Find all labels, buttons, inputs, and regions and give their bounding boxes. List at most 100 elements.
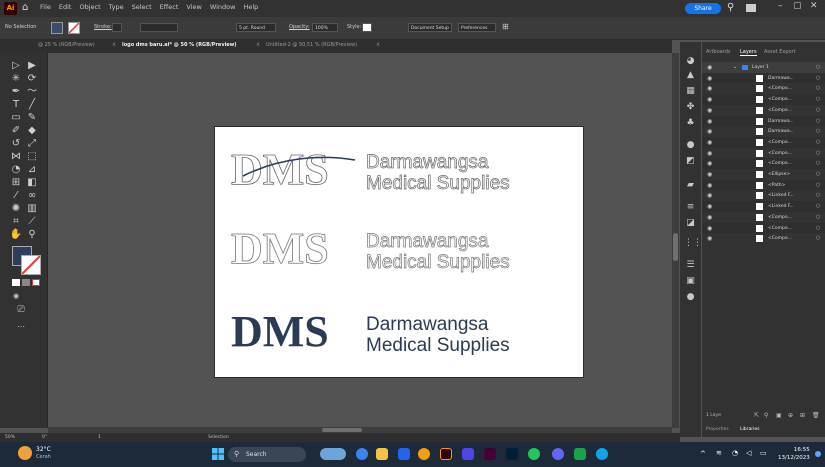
visibility-eye-icon[interactable]: ◉ <box>707 212 712 223</box>
stroke-swatch[interactable] <box>68 22 80 34</box>
menu-edit[interactable]: Edit <box>59 3 72 11</box>
brushes-icon[interactable]: ✤ <box>684 102 697 113</box>
premiere-icon[interactable] <box>462 448 474 460</box>
zoom-level[interactable]: 50% <box>5 433 15 442</box>
menu-object[interactable]: Object <box>79 3 100 11</box>
rotation-view[interactable]: 0° <box>42 433 47 442</box>
tab-artboards[interactable]: Artboards <box>706 49 730 55</box>
line-tool-icon[interactable]: ╱ <box>25 98 39 112</box>
draw-mode-icon[interactable]: ◉ <box>9 289 23 303</box>
none-mode-icon[interactable] <box>32 279 40 286</box>
visibility-eye-icon[interactable]: ◉ <box>707 158 712 169</box>
xd-icon[interactable] <box>484 448 496 460</box>
opacity-field[interactable]: 100% <box>312 23 338 32</box>
eraser-tool-icon[interactable]: ◆ <box>25 124 39 138</box>
layer-row[interactable]: ◉ <Compo... ○ <box>702 94 825 106</box>
layer-name[interactable]: Layer 1 <box>752 62 769 73</box>
layer-name[interactable]: <Compo... <box>768 212 792 223</box>
target-circle-icon[interactable]: ○ <box>816 212 820 223</box>
weather-sun-icon[interactable] <box>18 446 32 460</box>
target-circle-icon[interactable]: ○ <box>816 137 820 148</box>
align-icon[interactable]: ≡ <box>684 202 697 213</box>
visibility-eye-icon[interactable]: ◉ <box>707 148 712 159</box>
perspective-grid-tool-icon[interactable]: ⊿ <box>25 163 39 177</box>
edit-toolbar-icon[interactable]: ⋯ <box>14 320 28 334</box>
visibility-eye-icon[interactable]: ◉ <box>707 116 712 127</box>
menu-window[interactable]: Window <box>210 3 236 11</box>
layer-row[interactable]: ◉ <Compo... ○ <box>702 233 825 245</box>
target-circle-icon[interactable]: ○ <box>816 83 820 94</box>
tab-document-1[interactable]: @ 25 % (RGB/Preview) <box>38 42 95 48</box>
target-circle-icon[interactable]: ○ <box>816 94 820 105</box>
menu-type[interactable]: Type <box>109 3 124 11</box>
target-circle-icon[interactable]: ○ <box>816 190 820 201</box>
screen-mode-icon[interactable]: ⎚ <box>14 303 28 317</box>
visibility-eye-icon[interactable]: ◉ <box>707 73 712 84</box>
volume-icon[interactable]: ◁ <box>746 449 751 457</box>
graphic-styles-icon[interactable]: ◩ <box>684 156 697 167</box>
windows-start-icon[interactable] <box>212 448 224 460</box>
layer-row[interactable]: ◉ <Compo... ○ <box>702 147 825 159</box>
clipping-mask-icon[interactable]: ▣ <box>776 412 782 419</box>
symbol-sprayer-tool-icon[interactable]: ✺ <box>9 202 23 216</box>
expand-chevron-icon[interactable]: ⌄ <box>733 62 737 73</box>
scroll-thumb[interactable] <box>673 233 678 261</box>
minimize-icon[interactable]: – <box>778 1 783 11</box>
mesh-tool-icon[interactable]: ⊞ <box>9 176 23 190</box>
chrome-icon[interactable] <box>418 448 430 460</box>
layer-name[interactable]: Darmawa... <box>768 126 794 137</box>
magic-wand-tool-icon[interactable]: ✳ <box>9 72 23 86</box>
free-transform-tool-icon[interactable]: ⬚ <box>25 150 39 164</box>
store-icon[interactable] <box>398 448 410 460</box>
locate-object-icon[interactable]: ⚲ <box>764 412 768 419</box>
swatches-icon[interactable]: ▦ <box>684 86 697 97</box>
document-setup-button[interactable]: Document Setup <box>408 23 452 32</box>
layer-name[interactable]: <Compo... <box>768 148 792 159</box>
layer-name[interactable]: <Compo... <box>768 223 792 234</box>
target-circle-icon[interactable]: ○ <box>816 116 820 127</box>
close-icon[interactable]: ✕ <box>810 1 818 11</box>
photoshop-icon[interactable] <box>506 448 518 460</box>
paintbrush-tool-icon[interactable]: ✎ <box>25 111 39 125</box>
tab-libraries[interactable]: Libraries <box>740 427 759 432</box>
wifi-icon[interactable]: ◔ <box>732 449 738 457</box>
layer-name[interactable]: <Linked F... <box>768 190 794 201</box>
appearance-icon[interactable]: ● <box>684 140 697 151</box>
zoom-tool-icon[interactable]: ⚲ <box>25 228 39 242</box>
target-circle-icon[interactable]: ○ <box>816 233 820 244</box>
layer-row[interactable]: ◉ <Compo... ○ <box>702 158 825 170</box>
dms-logo-mark-solid[interactable]: DMS <box>229 310 357 352</box>
stroke-weight-field[interactable] <box>112 23 122 32</box>
gradient-mode-icon[interactable] <box>22 279 30 286</box>
delete-layer-icon[interactable]: 🗑 <box>812 412 820 419</box>
visibility-eye-icon[interactable]: ◉ <box>707 83 712 94</box>
stroke-color-swatch[interactable] <box>21 255 41 275</box>
layers-icon[interactable]: ☰ <box>684 260 697 271</box>
shaper-tool-icon[interactable]: ✐ <box>9 124 23 138</box>
visibility-eye-icon[interactable]: ◉ <box>707 62 712 73</box>
artboards-icon[interactable]: ▣ <box>684 276 697 287</box>
target-circle-icon[interactable]: ○ <box>816 148 820 159</box>
search-icon[interactable]: ⚲ <box>727 2 734 13</box>
tray-chevron-icon[interactable]: ^ <box>700 450 706 458</box>
slice-tool-icon[interactable]: ⟋ <box>25 215 39 229</box>
layer-row[interactable]: ◉ <Compo... ○ <box>702 136 825 148</box>
width-tool-icon[interactable]: ⋈ <box>9 150 23 164</box>
clock[interactable]: 16:55 13/12/2023 <box>778 446 810 462</box>
discord-icon[interactable] <box>552 448 564 460</box>
app-icon[interactable] <box>574 448 586 460</box>
file-explorer-icon[interactable] <box>376 448 388 460</box>
tab-document-3[interactable]: Untitled-2 @ 50,51 % (RGB/Preview) <box>266 42 357 48</box>
symbols-icon[interactable]: ♣ <box>684 118 697 129</box>
target-circle-icon[interactable]: ○ <box>816 223 820 234</box>
direct-selection-tool-icon[interactable]: ▶ <box>25 59 39 73</box>
visibility-eye-icon[interactable]: ◉ <box>707 94 712 105</box>
visibility-eye-icon[interactable]: ◉ <box>707 190 712 201</box>
scroll-thumb[interactable] <box>322 428 362 432</box>
tab-close-icon[interactable]: × <box>256 42 260 48</box>
lasso-tool-icon[interactable]: ⟳ <box>25 72 39 86</box>
opacity-label[interactable]: Opacity: <box>289 24 310 30</box>
transform-icon[interactable]: ⋮⋮ <box>684 238 702 249</box>
notification-icon[interactable] <box>815 451 821 457</box>
visibility-eye-icon[interactable]: ◉ <box>707 169 712 180</box>
